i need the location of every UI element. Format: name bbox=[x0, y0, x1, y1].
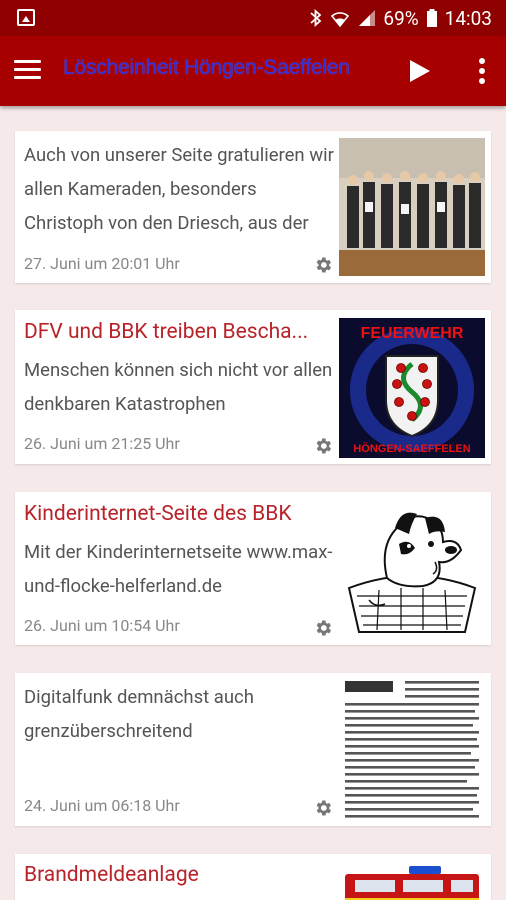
newspaper-clipping-image bbox=[339, 679, 485, 824]
emblem-bottom-text: HÖNGEN-SAEFFELEN bbox=[353, 442, 470, 455]
emblem-top-text: FEUERWEHR bbox=[361, 325, 464, 342]
gear-icon[interactable] bbox=[313, 618, 333, 638]
article-excerpt: Digitalfunk demnächst auch grenzüberschr… bbox=[24, 686, 254, 742]
article-date: 26. Juni um 21:25 Uhr bbox=[24, 434, 180, 453]
article-card[interactable]: Kinderinternet-Seite des BBK Mit der Kin… bbox=[15, 492, 491, 645]
article-excerpt: Auch von unserer Seite gratulieren wir a… bbox=[24, 144, 334, 234]
article-date: 27. Juni um 20:01 Uhr bbox=[24, 254, 180, 273]
battery-percent: 69% bbox=[383, 6, 419, 30]
battery-icon bbox=[426, 9, 437, 27]
article-card[interactable]: Digitalfunk demnächst auch grenzüberschr… bbox=[15, 673, 491, 826]
more-vert-icon[interactable] bbox=[475, 58, 489, 84]
article-date: 26. Juni um 10:54 Uhr bbox=[24, 616, 180, 635]
article-date: 24. Juni um 06:18 Uhr bbox=[24, 796, 180, 815]
article-card[interactable]: DFV und BBK treiben Bescha... Menschen k… bbox=[15, 310, 491, 464]
status-icons: 69% 14:03 bbox=[310, 6, 492, 30]
app-bar: Löscheinheit Höngen-Saeffelen bbox=[0, 36, 506, 106]
gear-icon[interactable] bbox=[313, 255, 333, 275]
bluetooth-icon bbox=[310, 8, 322, 28]
fire-truck-image bbox=[339, 860, 485, 900]
article-excerpt: Menschen können sich nicht vor allen den… bbox=[24, 359, 333, 415]
gear-icon[interactable] bbox=[313, 436, 333, 456]
article-title: Brandmeldeanlage bbox=[24, 863, 199, 887]
group-photo-image bbox=[339, 138, 485, 276]
app-title: Löscheinheit Höngen-Saeffelen bbox=[63, 56, 350, 79]
clock: 14:03 bbox=[444, 6, 492, 30]
article-card[interactable]: Brandmeldeanlage bbox=[15, 854, 491, 900]
signal-icon bbox=[359, 10, 376, 26]
status-bar: 69% 14:03 bbox=[0, 0, 506, 36]
article-title: Kinderinternet-Seite des BBK bbox=[24, 502, 292, 526]
article-excerpt: Mit der Kinderinternetseite www.max-und-… bbox=[24, 541, 333, 597]
image-icon bbox=[17, 9, 35, 26]
play-icon[interactable] bbox=[408, 58, 432, 84]
article-card[interactable]: Auch von unserer Seite gratulieren wir a… bbox=[15, 131, 491, 283]
article-title: DFV und BBK treiben Bescha... bbox=[24, 320, 309, 344]
menu-icon[interactable] bbox=[14, 60, 41, 80]
gear-icon[interactable] bbox=[313, 798, 333, 818]
cartoon-dog-image bbox=[339, 504, 485, 639]
feuerwehr-emblem-image: FEUERWEHR HÖNGEN-SAEFFELEN bbox=[339, 318, 485, 458]
wifi-icon bbox=[331, 12, 350, 28]
